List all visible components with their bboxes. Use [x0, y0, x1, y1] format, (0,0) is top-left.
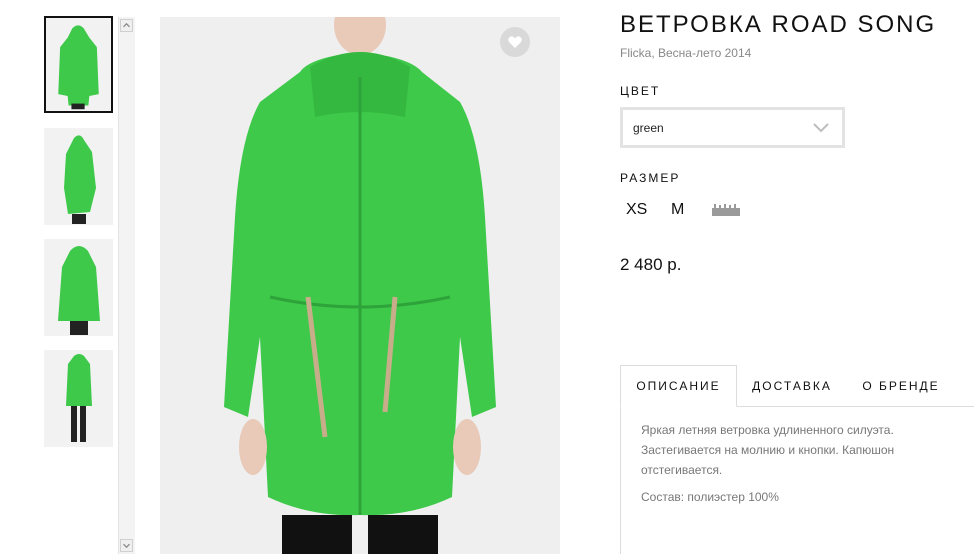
tab-about-brand[interactable]: О БРЕНДЕ — [855, 365, 947, 407]
scroll-up-icon[interactable] — [120, 19, 133, 32]
favorite-button[interactable] — [500, 27, 530, 57]
tab-delivery[interactable]: ДОСТАВКА — [744, 365, 840, 407]
color-select-value: green — [633, 120, 664, 135]
size-option-xs[interactable]: XS — [626, 201, 647, 219]
color-label: ЦВЕТ — [620, 84, 661, 98]
color-select[interactable]: green — [620, 107, 845, 148]
size-option-m[interactable]: M — [671, 201, 684, 219]
thumbnail-full-length[interactable] — [44, 350, 113, 447]
thumbnail-back[interactable] — [44, 239, 113, 336]
heart-icon — [508, 36, 522, 48]
thumbnail-scrollbar[interactable] — [118, 17, 135, 554]
product-description: Яркая летняя ветровка удлиненного силуэт… — [641, 423, 895, 477]
ruler-icon[interactable] — [712, 204, 740, 216]
size-label: РАЗМЕР — [620, 171, 681, 185]
product-title: ВЕТРОВКА ROAD SONG — [620, 11, 937, 38]
thumbnail-front[interactable] — [44, 16, 113, 113]
product-composition: Состав: полиэстер 100% — [641, 490, 779, 504]
chevron-down-icon — [813, 123, 829, 133]
product-price: 2 480 р. — [620, 255, 682, 274]
thumbnail-side[interactable] — [44, 128, 113, 225]
tab-description[interactable]: ОПИСАНИЕ — [620, 365, 737, 407]
product-subtitle: Flicka, Весна-лето 2014 — [620, 46, 752, 60]
scroll-down-icon[interactable] — [120, 539, 133, 552]
main-product-image — [160, 17, 560, 554]
